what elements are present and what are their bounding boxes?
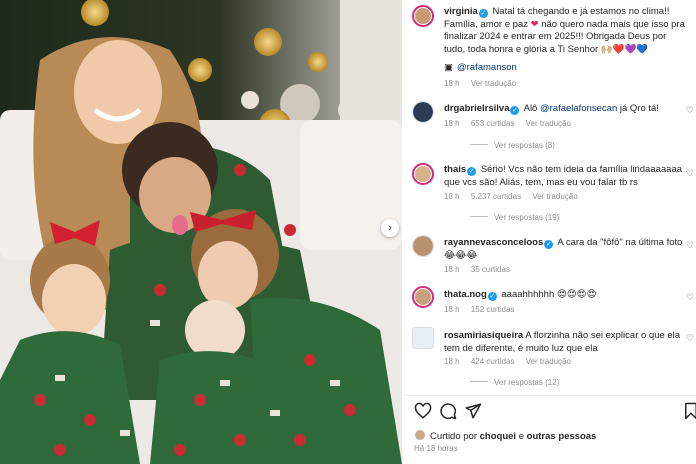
verified-icon: ✓ bbox=[510, 106, 520, 115]
comment-text-end: já Qro tá! bbox=[619, 103, 659, 114]
liked-by-avatar bbox=[414, 429, 426, 441]
family-christmas-photo bbox=[0, 0, 402, 464]
divider bbox=[402, 395, 696, 396]
caption-meta: 18 h Ver tradução bbox=[444, 79, 525, 88]
comment-like-icon[interactable]: ♡ bbox=[686, 105, 694, 116]
comment-likes[interactable]: 653 curtidas bbox=[471, 119, 515, 128]
comment-username[interactable]: thais bbox=[444, 164, 466, 175]
action-bar bbox=[414, 402, 696, 422]
liked-by: Curtido por choquei e outras pessoas bbox=[414, 429, 596, 442]
comment-icon[interactable] bbox=[439, 402, 457, 420]
comment-avatar[interactable] bbox=[412, 286, 434, 308]
comment-age: 18 h bbox=[444, 305, 460, 314]
comment-like-icon[interactable]: ♡ bbox=[686, 240, 694, 251]
comment-username[interactable]: rayannevasconceloos bbox=[444, 237, 543, 248]
red-heart-icon: ❤ bbox=[530, 18, 539, 30]
view-replies-button[interactable]: Ver respostas (12) bbox=[470, 378, 559, 387]
comment-2: thais ✓ Sério! Vcs não tem ideia da famíl… bbox=[444, 164, 686, 189]
see-translation-link[interactable]: Ver tradução bbox=[471, 79, 516, 88]
comment-3: rayannevasconceloos ✓ A cara da "fôfô" na… bbox=[444, 237, 686, 262]
comment-text: Alô bbox=[523, 103, 538, 114]
liked-by-user[interactable]: choquei bbox=[480, 431, 516, 442]
see-translation-link[interactable]: Ver tradução bbox=[532, 192, 577, 201]
view-replies-button[interactable]: Ver respostas (19) bbox=[470, 213, 559, 222]
comment-like-icon[interactable]: ♡ bbox=[686, 333, 694, 344]
comment-likes[interactable]: 424 curtidas bbox=[471, 357, 515, 366]
comment-like-icon[interactable]: ♡ bbox=[686, 168, 694, 179]
photographer-credit: ▣ @rafamanson bbox=[444, 62, 517, 73]
verified-icon: ✓ bbox=[478, 9, 488, 18]
comment-5: rosamiriasiqueira A florzinha não sei ex… bbox=[444, 330, 686, 355]
post-detail-panel: virginia ✓ Natal tá chegando e já estamos… bbox=[402, 0, 696, 464]
send-icon[interactable] bbox=[464, 402, 482, 420]
author-avatar[interactable] bbox=[412, 5, 434, 27]
comment-5-meta: 18 h 424 curtidas Ver tradução bbox=[444, 357, 580, 366]
comment-text: aaaahhhhhh 😍😍😍😍 bbox=[501, 289, 597, 300]
verified-icon: ✓ bbox=[467, 167, 477, 176]
comment-4-meta: 18 h 152 curtidas bbox=[444, 305, 523, 314]
post-timestamp: Há 18 horas bbox=[414, 444, 458, 453]
caption-emojis: 🙌🏼❤️💜💙 bbox=[600, 43, 649, 55]
comment-4: thata.nog ✓ aaaahhhhhh 😍😍😍😍 bbox=[444, 289, 686, 302]
chevron-right-icon: › bbox=[388, 222, 392, 234]
comment-1-meta: 18 h 653 curtidas Ver tradução bbox=[444, 119, 580, 128]
comment-avatar[interactable] bbox=[412, 163, 434, 185]
comment-text: Sério! Vcs não tem ideia da família lind… bbox=[444, 164, 683, 188]
bookmark-icon[interactable] bbox=[682, 402, 696, 420]
next-photo-button[interactable]: › bbox=[381, 219, 399, 237]
comment-2-meta: 18 h 5.237 curtidas Ver tradução bbox=[444, 192, 587, 201]
post-caption: virginia ✓ Natal tá chegando e já estamos… bbox=[444, 6, 686, 56]
verified-icon: ✓ bbox=[487, 292, 497, 301]
liked-by-others[interactable]: outras pessoas bbox=[527, 431, 597, 442]
comment-username[interactable]: thata.nog bbox=[444, 289, 487, 300]
comment-username[interactable]: rosamiriasiqueira bbox=[444, 330, 523, 341]
author-username[interactable]: virginia bbox=[444, 6, 478, 17]
photographer-link[interactable]: @rafamanson bbox=[457, 62, 517, 73]
camera-icon: ▣ bbox=[444, 62, 453, 73]
liked-by-and: e bbox=[518, 431, 524, 442]
comment-avatar[interactable] bbox=[412, 235, 434, 257]
view-replies-button[interactable]: Ver respostas (8) bbox=[470, 141, 555, 150]
comment-age: 18 h bbox=[444, 192, 460, 201]
comment-avatar[interactable] bbox=[412, 327, 434, 349]
comment-avatar[interactable] bbox=[412, 101, 434, 123]
caption-age: 18 h bbox=[444, 79, 460, 88]
comment-age: 18 h bbox=[444, 357, 460, 366]
verified-icon: ✓ bbox=[544, 240, 554, 249]
comment-likes[interactable]: 152 curtidas bbox=[471, 305, 515, 314]
comment-like-icon[interactable]: ♡ bbox=[686, 292, 694, 303]
see-translation-link[interactable]: Ver tradução bbox=[526, 357, 571, 366]
comment-age: 18 h bbox=[444, 265, 460, 274]
heart-outline-icon[interactable] bbox=[414, 402, 432, 420]
comment-username[interactable]: drgabrielrsilva bbox=[444, 103, 509, 114]
comment-likes[interactable]: 35 curtidas bbox=[471, 265, 510, 274]
comment-3-meta: 18 h 35 curtidas bbox=[444, 265, 519, 274]
comment-likes[interactable]: 5.237 curtidas bbox=[471, 192, 521, 201]
comment-age: 18 h bbox=[444, 119, 460, 128]
comment-mention[interactable]: @rafaelafonsecan bbox=[540, 103, 617, 114]
comment-1: drgabrielrsilva ✓ Alô @rafaelafonsecan já… bbox=[444, 103, 686, 116]
liked-by-prefix: Curtido por bbox=[430, 431, 477, 442]
post-photo: › bbox=[0, 0, 402, 464]
see-translation-link[interactable]: Ver tradução bbox=[526, 119, 571, 128]
